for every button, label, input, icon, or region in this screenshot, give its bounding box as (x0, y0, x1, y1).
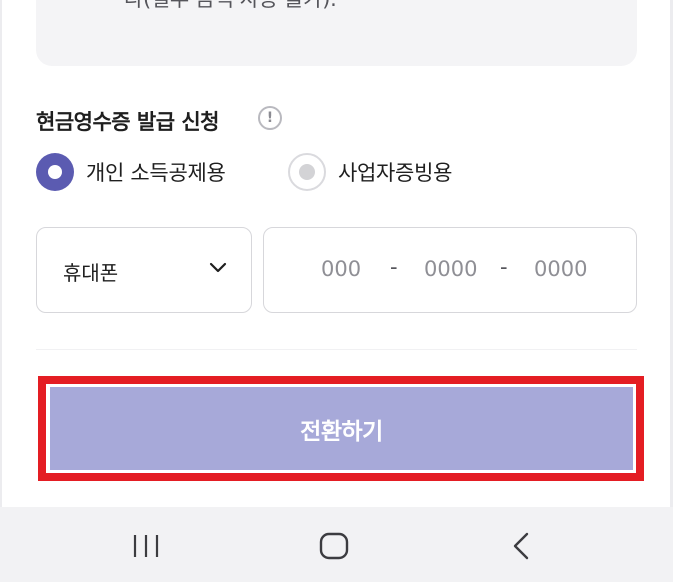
id-type-select[interactable]: 휴대폰 (36, 227, 252, 313)
radio-business-label: 사업자증빙용 (338, 161, 453, 185)
phone-part3-input[interactable]: 0000 (534, 257, 587, 281)
chevron-down-icon (209, 262, 227, 273)
id-type-value: 휴대폰 (63, 261, 119, 285)
notice-box: 다(일부 금액 사용 불가). (36, 0, 637, 66)
phone-part2-input[interactable]: 0000 (424, 257, 477, 281)
radio-selected-icon (36, 153, 74, 191)
phone-part1-input[interactable]: 000 (321, 257, 361, 281)
system-navigation-bar (0, 507, 673, 582)
back-icon[interactable] (509, 531, 533, 561)
radio-personal-label: 개인 소득공제용 (86, 161, 226, 185)
convert-button[interactable]: 전환하기 (50, 387, 633, 470)
radio-business-proof[interactable]: 사업자증빙용 (288, 152, 452, 192)
radio-unselected-icon (288, 153, 326, 191)
notice-text: 다(일부 금액 사용 불가). (124, 0, 337, 13)
recent-apps-icon[interactable] (131, 531, 161, 561)
phone-separator: - (500, 255, 508, 279)
radio-personal-deduction[interactable]: 개인 소득공제용 (36, 152, 226, 192)
phone-number-field: 000 - 0000 - 0000 (263, 227, 637, 313)
screen-edge-left (0, 0, 2, 507)
phone-separator: - (390, 255, 398, 279)
info-icon-glyph: ! (266, 110, 274, 126)
info-icon[interactable]: ! (258, 106, 282, 130)
home-icon[interactable] (318, 531, 350, 561)
divider (36, 349, 637, 350)
cash-receipt-title: 현금영수증 발급 신청 (36, 110, 220, 134)
